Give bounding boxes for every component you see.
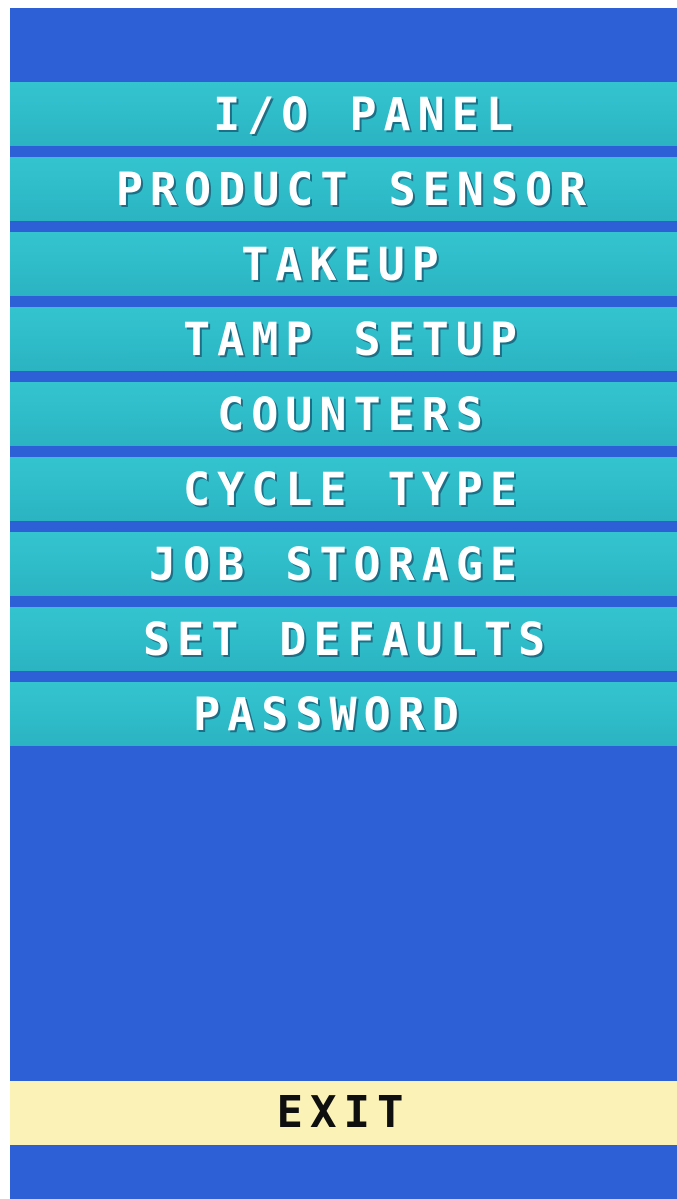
menu-item-set-defaults[interactable]: SET DEFAULTS [10,607,677,671]
menu-item-password[interactable]: PASSWORD [10,682,677,746]
menu-item-takeup[interactable]: TAKEUP [10,232,677,296]
menu-item-label: PRODUCT SENSOR [115,162,594,216]
menu-item-product-sensor[interactable]: PRODUCT SENSOR [10,157,677,221]
menu-item-label: SET DEFAULTS [142,612,553,666]
menu-item-label: JOB STORAGE [148,537,524,591]
menu-item-label: TAKEUP [241,237,446,291]
exit-button[interactable]: EXIT [10,1081,677,1145]
exit-button-label: EXIT [276,1087,411,1138]
menu-item-label: CYCLE TYPE [183,462,524,516]
menu-screen: I/O PANEL PRODUCT SENSOR TAKEUP TAMP SET… [10,8,677,1199]
menu-item-label: COUNTERS [217,387,490,441]
menu-item-job-storage[interactable]: JOB STORAGE [10,532,677,596]
menu-item-label: TAMP SETUP [183,312,524,366]
menu-item-label: I/O PANEL [213,87,520,141]
menu-item-cycle-type[interactable]: CYCLE TYPE [10,457,677,521]
menu-item-tamp-setup[interactable]: TAMP SETUP [10,307,677,371]
menu-item-io-panel[interactable]: I/O PANEL [10,82,677,146]
menu-item-label: PASSWORD [193,687,466,741]
menu-item-counters[interactable]: COUNTERS [10,382,677,446]
